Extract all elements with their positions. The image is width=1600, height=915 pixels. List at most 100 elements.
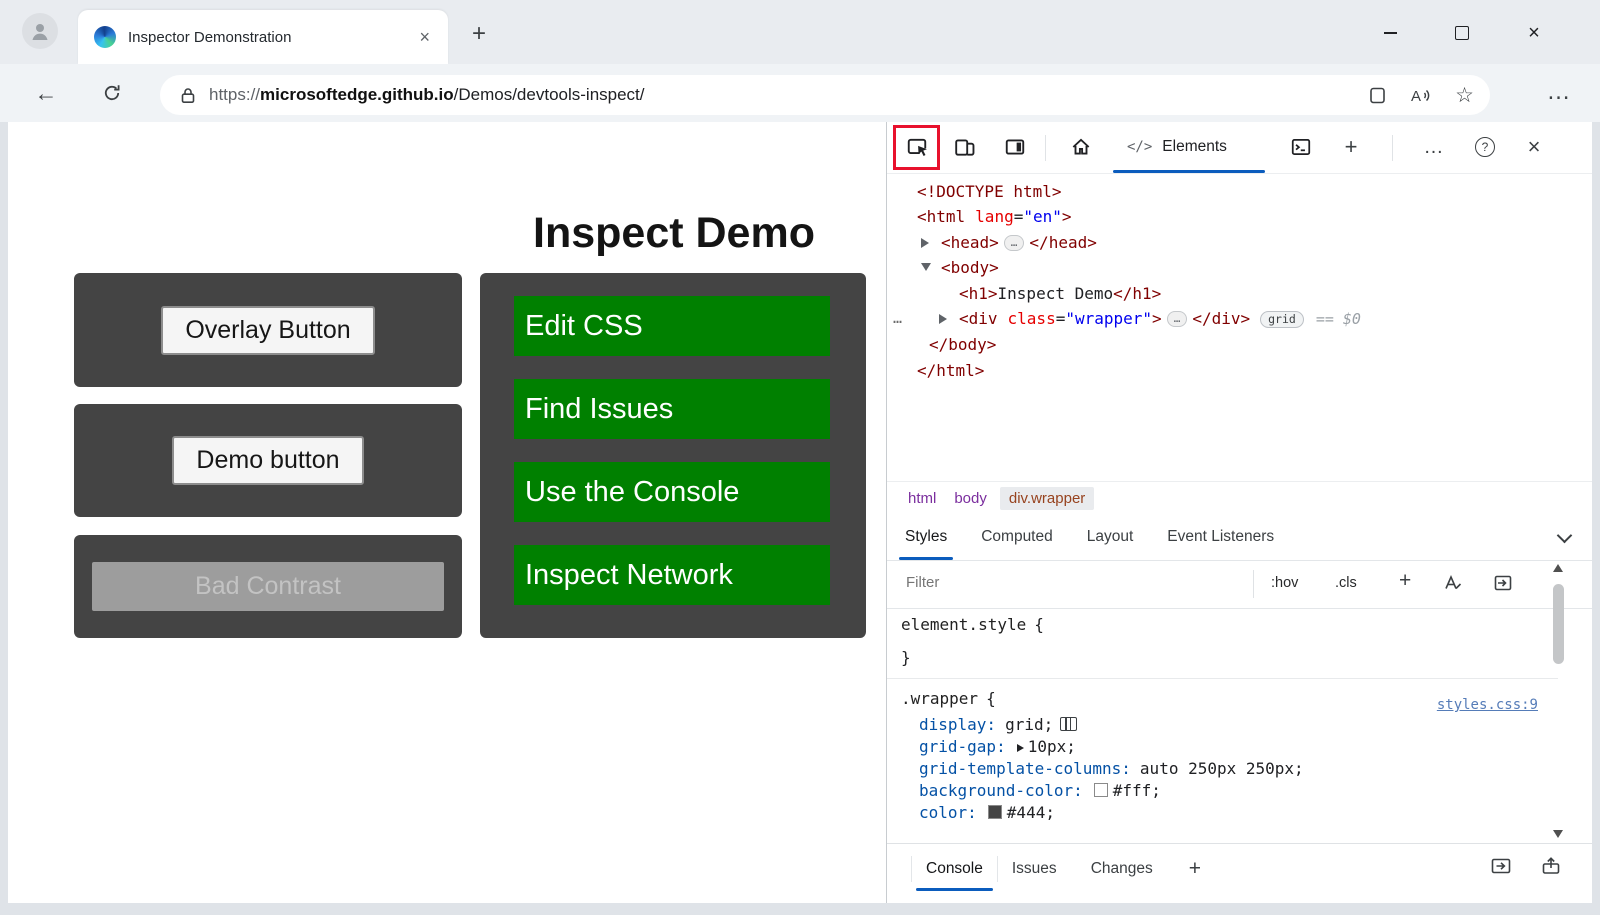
console-drawer-button[interactable] xyxy=(1281,127,1321,167)
link-find-issues[interactable]: Find Issues xyxy=(514,379,830,439)
read-aloud-icon[interactable]: A xyxy=(1409,86,1433,105)
selected-node-hint: == $0 xyxy=(1316,310,1361,328)
dom-h1-node[interactable]: <h1>Inspect Demo</h1> xyxy=(887,281,1588,306)
dom-div-wrapper-node[interactable]: …<divclass="wrapper">…</div>grid== $0 xyxy=(887,306,1588,332)
css-property-background-color[interactable]: background-color:#fff; xyxy=(887,780,1558,802)
devtools-close-button[interactable]: × xyxy=(1514,127,1554,167)
url-domain: microsoftedge.github.io xyxy=(260,85,454,104)
breadcrumb-body[interactable]: body xyxy=(945,487,996,510)
back-button[interactable]: ← xyxy=(30,77,62,109)
toggle-hover-state-button[interactable]: :hov xyxy=(1271,575,1298,591)
color-swatch-dark[interactable] xyxy=(988,805,1002,819)
breadcrumb-html[interactable]: html xyxy=(899,487,945,510)
tab-computed[interactable]: Computed xyxy=(981,528,1053,546)
scroll-up-arrow-icon[interactable] xyxy=(1553,564,1563,572)
font-editor-icon[interactable] xyxy=(1443,573,1463,598)
styles-tab-bar: Styles Computed Layout Event Listeners xyxy=(887,514,1592,561)
new-tab-button[interactable]: + xyxy=(464,20,494,50)
link-use-the-console[interactable]: Use the Console xyxy=(514,462,830,522)
new-style-rule-button[interactable]: + xyxy=(1399,569,1411,593)
welcome-home-button[interactable] xyxy=(1061,127,1101,167)
node-menu-icon[interactable]: … xyxy=(893,306,903,331)
dom-html-open[interactable]: <htmllang="en"> xyxy=(887,204,1588,229)
tab-layout[interactable]: Layout xyxy=(1087,528,1134,546)
tab-close-icon[interactable]: × xyxy=(411,25,438,50)
collapse-arrow-icon[interactable] xyxy=(921,263,931,271)
tab-elements[interactable]: </> Elements xyxy=(1113,122,1241,172)
stylesheet-source-link[interactable]: styles.css:9 xyxy=(1437,690,1538,720)
refresh-button[interactable] xyxy=(96,77,128,109)
drawer-dock-icon[interactable] xyxy=(1490,856,1512,881)
dom-head-node[interactable]: <head>…</head> xyxy=(887,230,1588,255)
styles-pane: element.style{ } .wrapper{ styles.css:9 … xyxy=(887,608,1558,824)
element-style-close: } xyxy=(887,641,1558,674)
add-panel-button[interactable]: + xyxy=(1331,127,1371,167)
toggle-class-button[interactable]: .cls xyxy=(1335,575,1357,591)
color-swatch-white[interactable] xyxy=(1094,783,1108,797)
expand-arrow-icon[interactable] xyxy=(939,314,947,324)
computed-sidebar-toggle-icon[interactable] xyxy=(1493,573,1513,598)
favorites-star-icon[interactable]: ☆ xyxy=(1455,83,1474,108)
grid-badge[interactable]: grid xyxy=(1260,311,1304,328)
overlay-button[interactable]: Overlay Button xyxy=(161,306,374,355)
bad-contrast-button[interactable]: Bad Contrast xyxy=(92,562,444,611)
dock-side-button[interactable] xyxy=(995,127,1035,167)
lock-icon[interactable] xyxy=(180,87,196,104)
drawer-add-tab-button[interactable]: + xyxy=(1189,857,1201,881)
breadcrumb-div-wrapper[interactable]: div.wrapper xyxy=(1000,487,1094,510)
page-title: Inspect Demo xyxy=(480,209,868,258)
profile-avatar[interactable] xyxy=(22,13,58,49)
wrapper-rule-header[interactable]: .wrapper{ styles.css:9 xyxy=(887,684,1558,714)
drawer-tab-console[interactable]: Console xyxy=(926,860,983,878)
css-property-color[interactable]: color:#444; xyxy=(887,802,1558,824)
collapsed-content-pill[interactable]: … xyxy=(1167,311,1188,327)
browser-tab[interactable]: Inspector Demonstration × xyxy=(78,10,448,64)
demo-button[interactable]: Demo button xyxy=(172,436,363,485)
dom-doctype[interactable]: <!DOCTYPE html> xyxy=(887,179,1588,204)
drawer-tab-changes[interactable]: Changes xyxy=(1091,860,1153,878)
links-container: Edit CSS Find Issues Use the Console Ins… xyxy=(480,273,866,638)
rule-divider xyxy=(887,678,1558,679)
address-bar[interactable]: https://microsoftedge.github.io/Demos/de… xyxy=(160,75,1490,115)
dom-body-open[interactable]: <body> xyxy=(887,255,1588,280)
url-path: /Demos/devtools-inspect/ xyxy=(454,85,645,104)
devtools-help-button[interactable]: ? xyxy=(1465,127,1505,167)
window-close-button[interactable]: × xyxy=(1512,16,1556,50)
tab-event-listeners[interactable]: Event Listeners xyxy=(1167,528,1274,546)
link-edit-css[interactable]: Edit CSS xyxy=(514,296,830,356)
window-minimize-button[interactable] xyxy=(1368,16,1412,50)
expand-drawer-icon[interactable] xyxy=(1540,856,1562,881)
expand-shorthand-icon[interactable] xyxy=(1017,744,1024,752)
dom-body-close[interactable]: </body> xyxy=(887,332,1588,357)
css-property-grid-gap[interactable]: grid-gap:10px; xyxy=(887,736,1558,758)
window-content: Inspect Demo Overlay Button Demo button … xyxy=(8,122,1592,903)
link-inspect-network[interactable]: Inspect Network xyxy=(514,545,830,605)
split-screen-icon[interactable] xyxy=(1368,86,1387,105)
window-maximize-button[interactable] xyxy=(1440,16,1484,50)
device-emulation-button[interactable] xyxy=(945,127,985,167)
chevron-down-icon[interactable] xyxy=(1557,528,1573,544)
console-prompt-icon xyxy=(1290,136,1312,158)
styles-filter-bar: :hov .cls + xyxy=(887,560,1592,609)
settings-more-button[interactable]: … xyxy=(1542,78,1576,106)
styles-filter-input[interactable] xyxy=(904,573,1228,592)
styles-scrollbar[interactable] xyxy=(1551,562,1566,840)
toolbar-separator xyxy=(1045,135,1046,161)
tab-styles[interactable]: Styles xyxy=(905,528,947,546)
refresh-icon xyxy=(102,83,122,103)
collapsed-content-pill[interactable]: … xyxy=(1004,235,1025,251)
tutorial-highlight-red-box xyxy=(893,125,940,170)
scrollbar-thumb[interactable] xyxy=(1553,584,1564,664)
grid-editor-icon[interactable] xyxy=(1060,717,1077,731)
expand-arrow-icon[interactable] xyxy=(921,238,929,248)
devtools-more-button[interactable]: … xyxy=(1414,127,1454,167)
css-property-grid-template-columns[interactable]: grid-template-columns:auto 250px 250px; xyxy=(887,758,1558,780)
drawer-separator xyxy=(997,856,998,882)
edge-logo-icon xyxy=(94,26,116,48)
devtools-drawer: Console Issues Changes + xyxy=(887,843,1592,894)
scroll-down-arrow-icon[interactable] xyxy=(1553,830,1563,838)
element-style-rule[interactable]: element.style{ xyxy=(887,608,1558,641)
drawer-tab-issues[interactable]: Issues xyxy=(1012,860,1057,878)
overlay-button-container: Overlay Button xyxy=(74,273,462,387)
dom-html-close[interactable]: </html> xyxy=(887,358,1588,383)
